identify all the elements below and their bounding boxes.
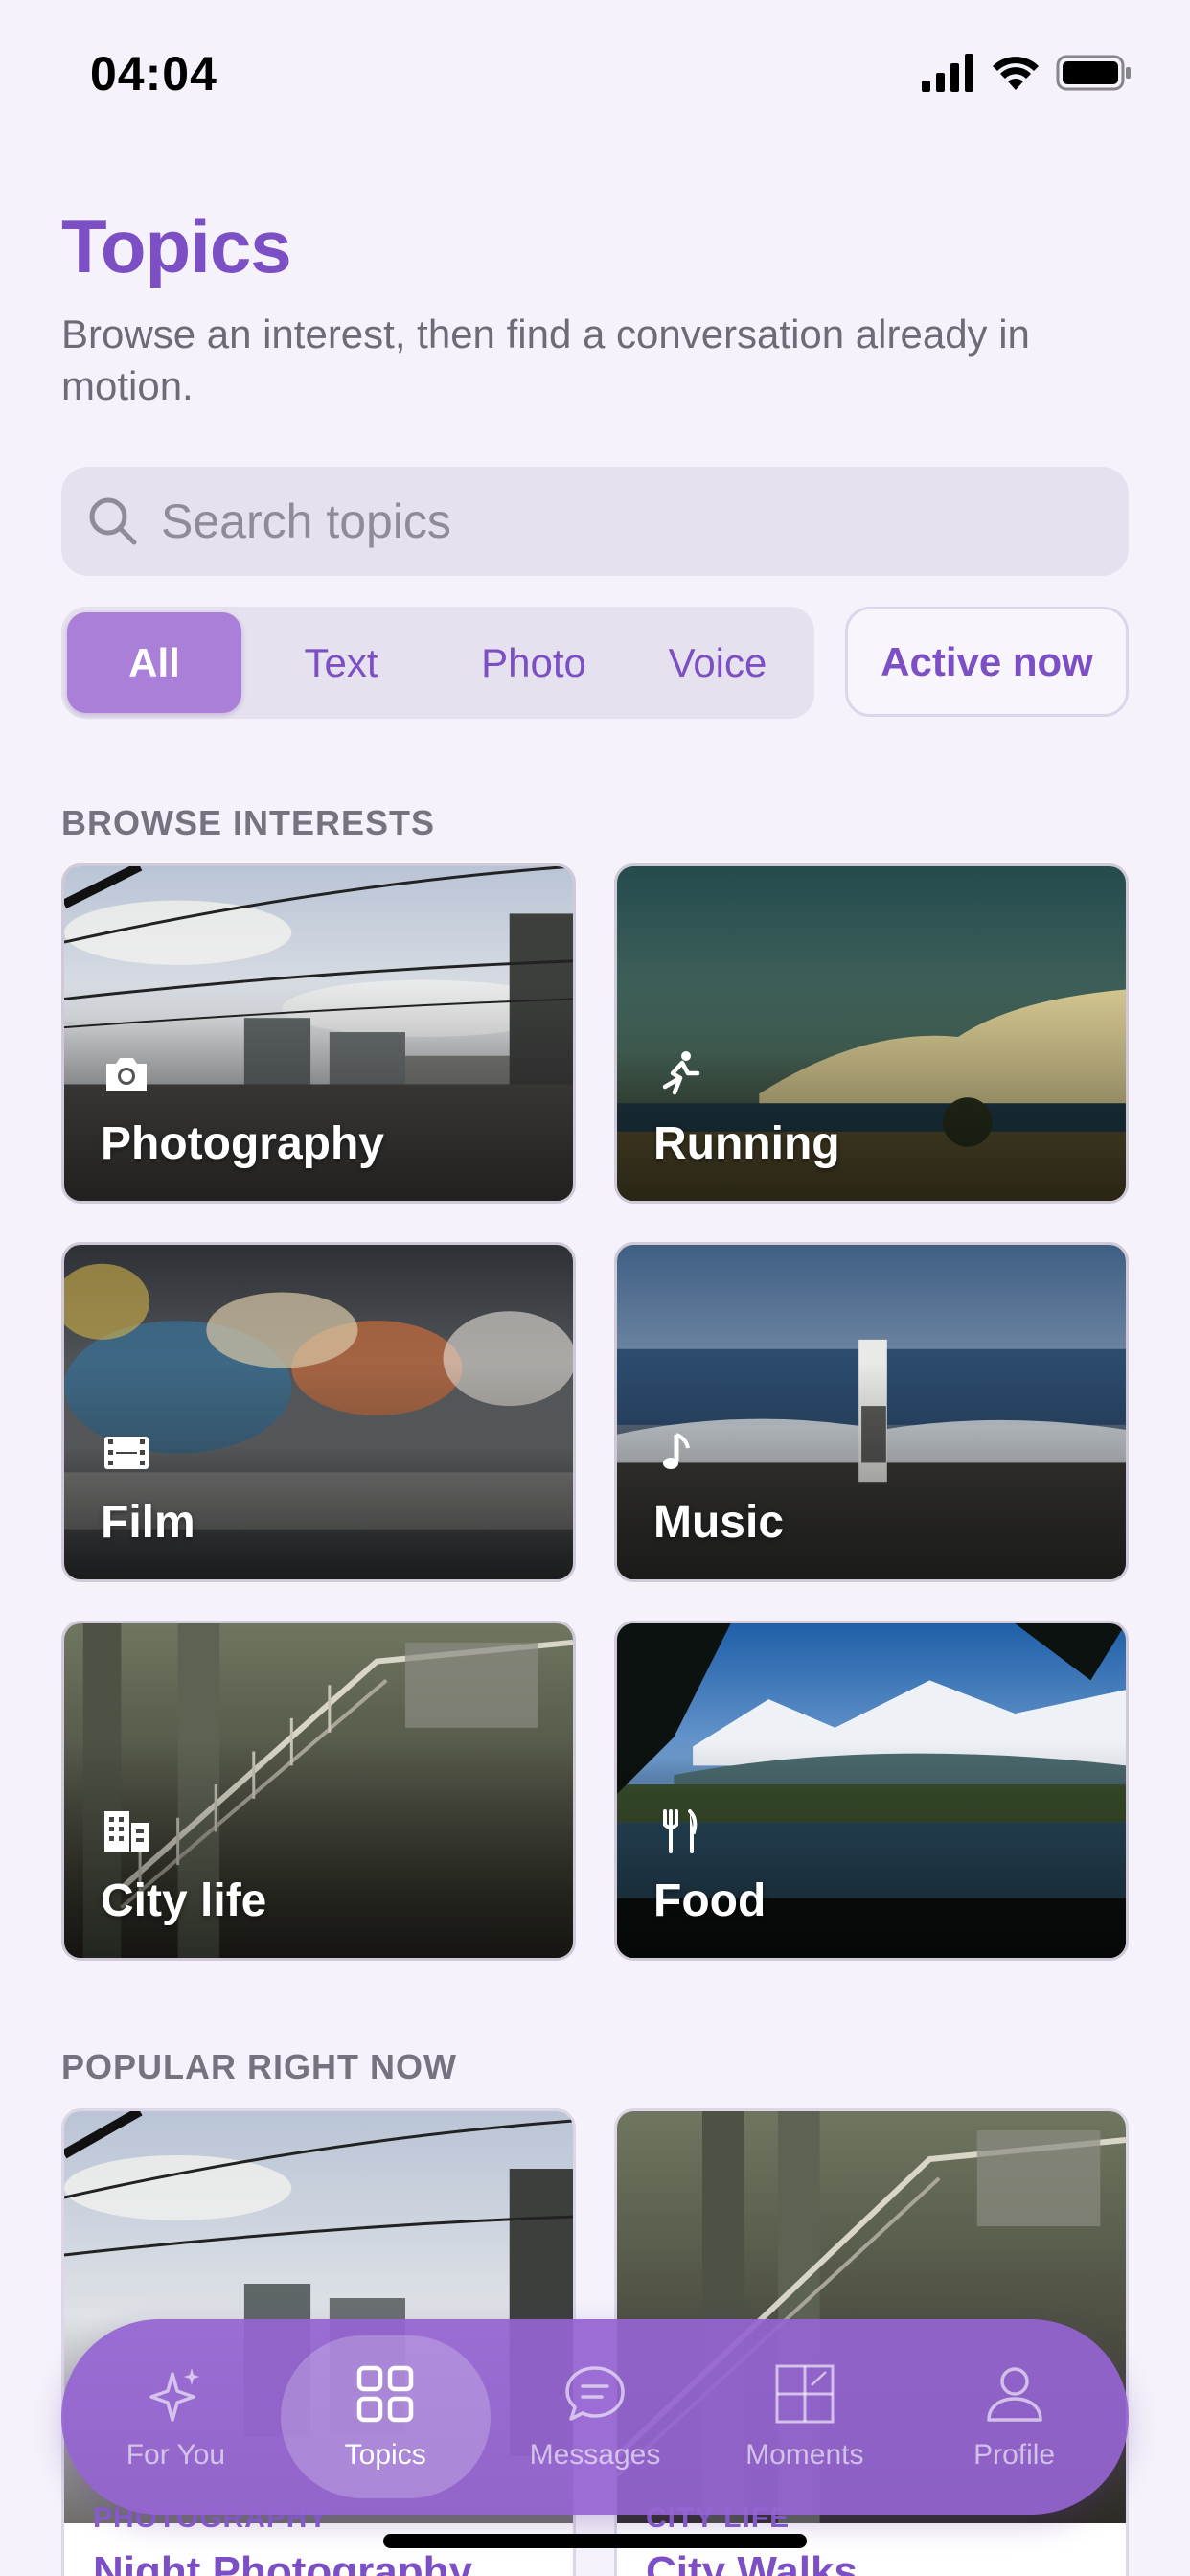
filter-photo[interactable]: Photo <box>441 612 627 713</box>
status-time: 04:04 <box>90 47 217 101</box>
filter-segmented-control: All Text Photo Voice <box>61 607 814 719</box>
browse-interests-heading: BROWSE INTERESTS <box>61 803 436 842</box>
popular-title: Night Photography <box>93 2548 472 2576</box>
cellular-signal-icon <box>922 54 973 92</box>
interest-label: Music <box>653 1497 785 1548</box>
interest-label: Film <box>101 1497 195 1548</box>
filter-text[interactable]: Text <box>241 612 441 713</box>
music-note-icon <box>663 1433 690 1469</box>
tab-bar: For You Topics Messages Moments Profile <box>61 2319 1129 2515</box>
running-icon <box>662 1051 700 1095</box>
page-title: Topics <box>61 204 292 288</box>
interest-card-food[interactable]: Food <box>614 1621 1129 1961</box>
tab-label: Profile <box>973 2439 1056 2471</box>
fork-knife-icon <box>663 1809 698 1853</box>
tab-label: For You <box>126 2439 226 2471</box>
search-icon <box>89 497 137 545</box>
interest-card-music[interactable]: Music <box>614 1242 1129 1582</box>
home-indicator <box>383 2534 807 2548</box>
sparkle-icon <box>149 2368 200 2422</box>
camera-icon <box>106 1058 147 1091</box>
wifi-icon <box>993 57 1039 90</box>
active-now-button[interactable]: Active now <box>845 607 1129 717</box>
chat-bubble-icon <box>565 2366 625 2421</box>
filter-all[interactable]: All <box>67 612 241 713</box>
interest-label: Running <box>653 1118 840 1169</box>
building-icon <box>104 1811 149 1852</box>
popular-title: City Walks <box>646 2548 858 2576</box>
interest-label: Food <box>653 1875 767 1926</box>
interest-label: Photography <box>101 1118 384 1169</box>
interest-card-film[interactable]: Film <box>61 1242 576 1582</box>
tab-label: Topics <box>344 2439 426 2471</box>
tab-label: Messages <box>529 2439 661 2471</box>
interest-card-city-life[interactable]: City life <box>61 1621 576 1961</box>
person-icon <box>986 2367 1042 2422</box>
grid-icon <box>356 2365 414 2423</box>
tab-moments[interactable]: Moments <box>699 2335 909 2498</box>
tab-for-you[interactable]: For You <box>71 2335 281 2498</box>
search-bar[interactable] <box>61 467 1129 576</box>
film-icon <box>104 1437 149 1469</box>
search-input[interactable] <box>161 494 1081 549</box>
tab-profile[interactable]: Profile <box>909 2335 1119 2498</box>
page-subtitle: Browse an interest, then find a conversa… <box>61 311 1030 408</box>
tab-topics[interactable]: Topics <box>280 2335 491 2498</box>
status-icons <box>922 54 1133 92</box>
moments-grid-icon <box>775 2364 835 2424</box>
popular-heading: POPULAR RIGHT NOW <box>61 2047 457 2086</box>
tab-messages[interactable]: Messages <box>491 2335 700 2498</box>
tab-label: Moments <box>745 2439 864 2471</box>
battery-icon <box>1056 55 1131 91</box>
interest-card-photography[interactable]: Photography <box>61 863 576 1204</box>
interest-label: City life <box>101 1875 267 1926</box>
status-bar: 04:04 <box>0 0 1190 144</box>
filter-voice[interactable]: Voice <box>627 612 809 713</box>
interest-card-running[interactable]: Running <box>614 863 1129 1204</box>
